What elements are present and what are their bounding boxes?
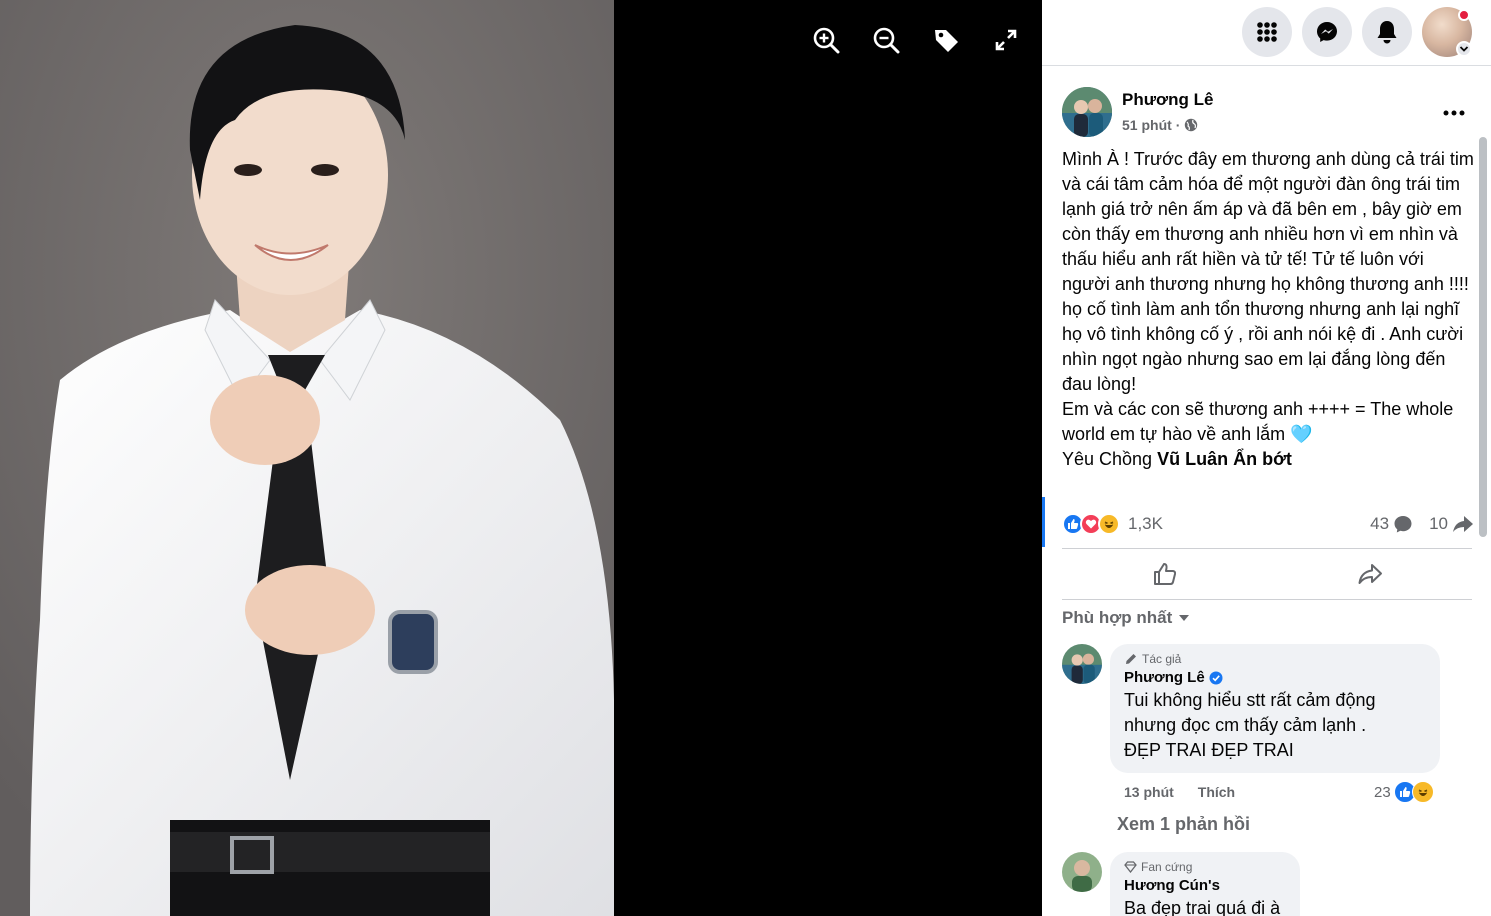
messenger-icon [1317, 22, 1337, 42]
post-author-name[interactable]: Phương Lê [1122, 90, 1213, 110]
chevron-down-icon [1459, 46, 1469, 52]
author-avatar-image [1062, 87, 1112, 137]
man-in-white-shirt-photo [0, 0, 614, 916]
share-icon [1358, 564, 1382, 584]
author-badge-label: Tác giả [1142, 652, 1182, 666]
comments-sort-dropdown[interactable]: Phù hợp nhất [1062, 608, 1190, 628]
focus-accent-bar [1042, 497, 1045, 547]
post-message: Mình À ! Trước đây em thương anh dùng cả… [1062, 147, 1474, 472]
share-count[interactable]: 10 [1429, 514, 1474, 534]
post-meta: 51 phút · [1122, 117, 1198, 133]
viewer-toolbar [806, 22, 1026, 58]
photo-viewer [0, 0, 1042, 916]
comment-bubble-icon [1394, 516, 1412, 533]
commenter-name[interactable]: Phương Lê [1124, 669, 1426, 686]
post-header: Phương Lê 51 phút · [1062, 87, 1472, 137]
author-badge: Tác giả [1124, 652, 1426, 666]
bell-icon [1377, 21, 1397, 44]
commenter-name[interactable]: Hương Cún's [1124, 877, 1286, 894]
reaction-count[interactable]: 1,3K [1128, 514, 1163, 534]
commenter-avatar[interactable] [1062, 852, 1102, 892]
comments-sort-label: Phù hợp nhất [1062, 608, 1173, 627]
post-side-panel: Phương Lê 51 phút · Mình À ! Trước đây e… [1042, 0, 1491, 916]
comment-text: Tui không hiểu stt rất cảm động nhưng đọ… [1124, 690, 1376, 760]
view-replies-link[interactable]: Xem 1 phản hồi [1117, 814, 1250, 835]
pencil-icon [1126, 654, 1136, 664]
like-button[interactable] [1062, 549, 1267, 599]
reaction-icons[interactable] [1062, 513, 1120, 535]
scrollbar[interactable] [1479, 137, 1487, 537]
haha-reaction-icon [1411, 781, 1434, 803]
post-actions [1062, 548, 1472, 600]
comment-item: Tác giả Phương Lê Tui không hiểu stt rất… [1062, 644, 1462, 814]
comment-reactions[interactable]: 23 [1374, 781, 1434, 803]
messenger-button[interactable] [1302, 7, 1352, 57]
post-body: Mình À ! Trước đây em thương anh dùng cả… [1062, 149, 1474, 444]
caret-down-icon [1179, 615, 1190, 621]
comment-bubble: Tác giả Phương Lê Tui không hiểu stt rất… [1110, 644, 1440, 773]
thumbs-up-icon [1153, 563, 1176, 585]
post-closing-text: Yêu Chồng [1062, 449, 1158, 469]
notifications-button[interactable] [1362, 7, 1412, 57]
post-time[interactable]: 51 phút [1122, 117, 1172, 133]
comment-actions: 13 phút Thích [1124, 784, 1235, 800]
more-horizontal-icon [1443, 110, 1465, 116]
commenter-name-text: Phương Lê [1124, 669, 1205, 686]
menu-button[interactable] [1242, 7, 1292, 57]
zoom-out-button[interactable] [866, 22, 906, 58]
commenter-avatar[interactable] [1062, 644, 1102, 684]
zoom-out-icon [873, 27, 900, 54]
post-scroll-area: Phương Lê 51 phút · Mình À ! Trước đây e… [1042, 67, 1491, 916]
post-options-button[interactable] [1436, 95, 1472, 131]
haha-reaction-icon [1098, 513, 1120, 535]
comment-reaction-count: 23 [1374, 783, 1391, 801]
share-count-value: 10 [1429, 514, 1448, 533]
comment-time[interactable]: 13 phút [1124, 784, 1174, 800]
fullscreen-button[interactable] [986, 22, 1026, 58]
globe-icon [1185, 118, 1198, 132]
commenter-avatar-image [1062, 852, 1102, 892]
post-photo[interactable] [0, 0, 614, 916]
tag-photo-button[interactable] [926, 22, 966, 58]
share-arrow-icon [1453, 516, 1473, 532]
author-avatar[interactable] [1062, 87, 1112, 137]
zoom-in-icon [813, 27, 840, 54]
fan-badge-label: Fan cứng [1141, 860, 1193, 874]
comment-count-value: 43 [1370, 514, 1390, 533]
account-menu-chevron[interactable] [1456, 41, 1472, 57]
diamond-icon [1124, 861, 1137, 873]
fan-badge: Fan cứng [1124, 860, 1286, 874]
comment-text: Ba đẹp trai quá đi à [1124, 898, 1281, 916]
menu-grid-icon [1257, 22, 1277, 42]
share-button[interactable] [1267, 549, 1472, 599]
fullscreen-icon [995, 29, 1017, 51]
meta-separator: · [1175, 117, 1181, 133]
notification-dot [1458, 9, 1470, 21]
comment-count[interactable]: 43 [1370, 514, 1413, 534]
zoom-in-button[interactable] [806, 22, 846, 58]
verified-badge-icon [1209, 671, 1223, 684]
reactions-summary: 1,3K 43 10 [1062, 510, 1474, 538]
top-navigation-bar [1042, 0, 1491, 66]
comment-bubble: Fan cứng Hương Cún's Ba đẹp trai quá đi … [1110, 852, 1300, 916]
commenter-avatar-image [1062, 644, 1102, 684]
comment-item: Fan cứng Hương Cún's Ba đẹp trai quá đi … [1062, 852, 1462, 916]
tag-icon [935, 30, 958, 52]
comment-like-button[interactable]: Thích [1198, 784, 1235, 800]
tagged-user-link[interactable]: Vũ Luân Ẩn bớt [1157, 449, 1292, 469]
light-blue-heart-emoji: 🩵 [1290, 424, 1313, 444]
